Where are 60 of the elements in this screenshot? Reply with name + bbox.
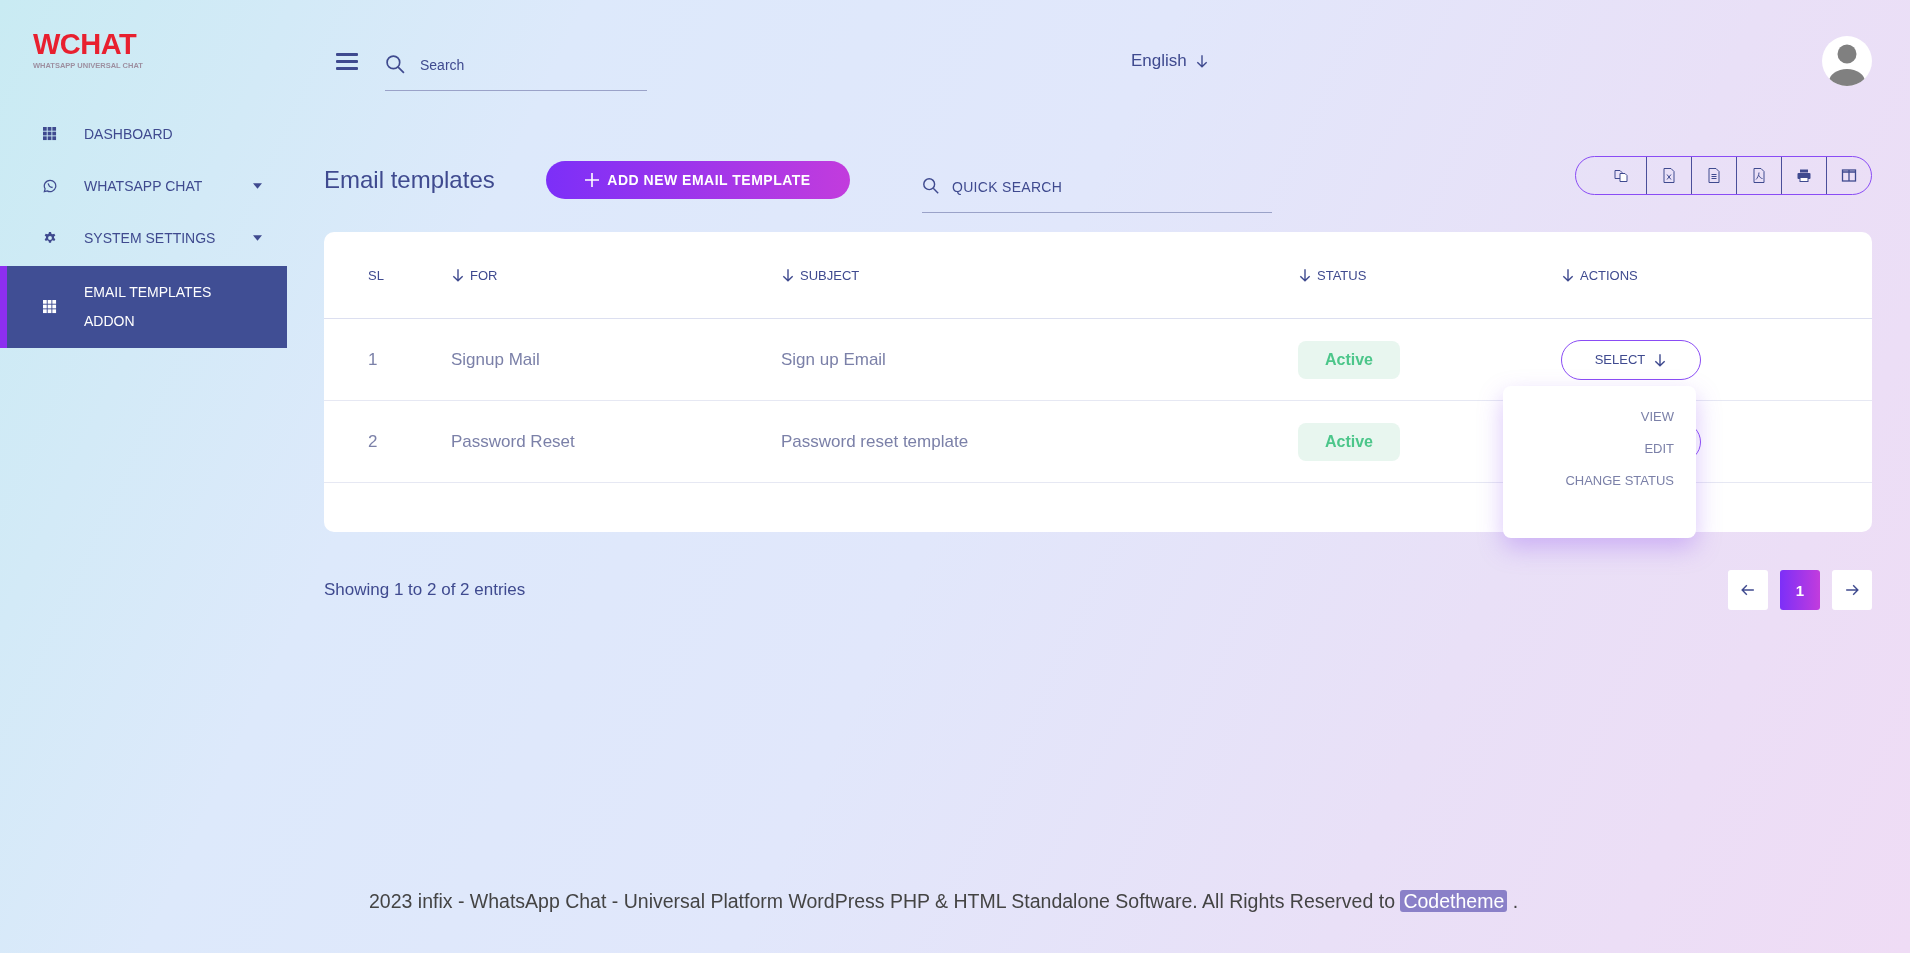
sidebar-label: WHATSAPP CHAT — [84, 178, 204, 194]
arrow-down-icon — [1653, 352, 1668, 367]
column-header[interactable]: SL — [368, 267, 451, 283]
excel-file-icon — [1661, 167, 1677, 184]
select-dropdown[interactable]: SELECT — [1561, 339, 1701, 380]
menu-item[interactable]: EDIT — [1644, 441, 1674, 456]
menu-item[interactable]: VIEW — [1640, 409, 1674, 424]
table-cell-text: 1 — [368, 349, 379, 370]
column-header[interactable]: ACTIONS — [1561, 267, 1872, 283]
print-icon — [1796, 167, 1812, 184]
table-cell-text: Signup Mail — [451, 349, 541, 370]
language-selector[interactable]: English — [1131, 51, 1209, 71]
table-cell-text: 2 — [368, 431, 379, 452]
search-field[interactable]: Search — [385, 39, 647, 91]
sidebar-item[interactable]: SYSTEM SETTINGS — [0, 212, 287, 264]
arrow-right-icon — [1845, 583, 1859, 597]
column-header[interactable]: FOR — [451, 267, 781, 283]
quick-search-field[interactable]: QUICK SEARCH — [922, 162, 1272, 213]
copy-icon — [1613, 167, 1629, 184]
columns-icon — [1841, 167, 1857, 184]
plus-icon — [585, 173, 600, 187]
previous-page-button[interactable] — [1728, 570, 1768, 610]
status-badge: Active — [1298, 422, 1400, 461]
next-page-button[interactable] — [1832, 570, 1872, 610]
sort-arrow-icon — [1561, 268, 1575, 282]
search-icon — [385, 54, 406, 75]
sidebar-label: DASHBOARD — [84, 126, 174, 142]
menu-item[interactable]: CHANGE STATUS — [1565, 473, 1674, 488]
sort-arrow-icon — [781, 268, 795, 282]
sidebar-label: EMAIL TEMPLATES ADDON — [84, 283, 213, 331]
sidebar-label: SYSTEM SETTINGS — [84, 230, 217, 246]
footer-text: 2023 infix - WhatsApp Chat - Universal Platform WordPress PHP & HTML Standalone Software. All Rights Reserved to Codetheme . — [368, 890, 1520, 914]
grid-icon — [43, 300, 57, 314]
sidebar-item[interactable]: DASHBOARD — [0, 108, 287, 160]
page-title: Email templates — [324, 166, 496, 194]
menu-icon[interactable] — [336, 52, 358, 70]
footer-link[interactable]: Codetheme — [1400, 890, 1508, 912]
table-cell-text: Sign up Email — [781, 349, 887, 370]
whatsapp-icon — [43, 179, 57, 193]
gear-icon — [43, 231, 57, 245]
arrow-left-icon — [1741, 583, 1755, 597]
avatar-icon[interactable] — [1822, 36, 1872, 86]
document-icon — [1706, 167, 1722, 184]
table-cell-text: Password reset template — [781, 431, 970, 452]
page-button[interactable]: 1 — [1780, 570, 1820, 610]
sort-arrow-icon — [1298, 268, 1312, 282]
grid-icon — [43, 127, 57, 141]
sort-arrow-icon — [451, 268, 465, 282]
pdf-file-icon — [1751, 167, 1767, 184]
column-header[interactable]: SUBJECT — [781, 267, 1298, 283]
search-icon — [922, 176, 940, 195]
entries-info: Showing 1 to 2 of 2 entries — [324, 580, 526, 600]
logo-title: WCHAT — [33, 30, 138, 59]
arrow-down-icon — [1194, 54, 1209, 68]
add-template-button[interactable]: ADD NEW EMAIL TEMPLATE — [546, 161, 850, 199]
sidebar-item[interactable]: EMAIL TEMPLATES ADDON — [0, 266, 287, 348]
status-badge: Active — [1298, 340, 1400, 379]
column-header[interactable]: STATUS — [1298, 267, 1561, 283]
sidebar-item[interactable]: WHATSAPP CHAT — [0, 160, 287, 212]
table-cell-text: Password Reset — [451, 431, 576, 452]
